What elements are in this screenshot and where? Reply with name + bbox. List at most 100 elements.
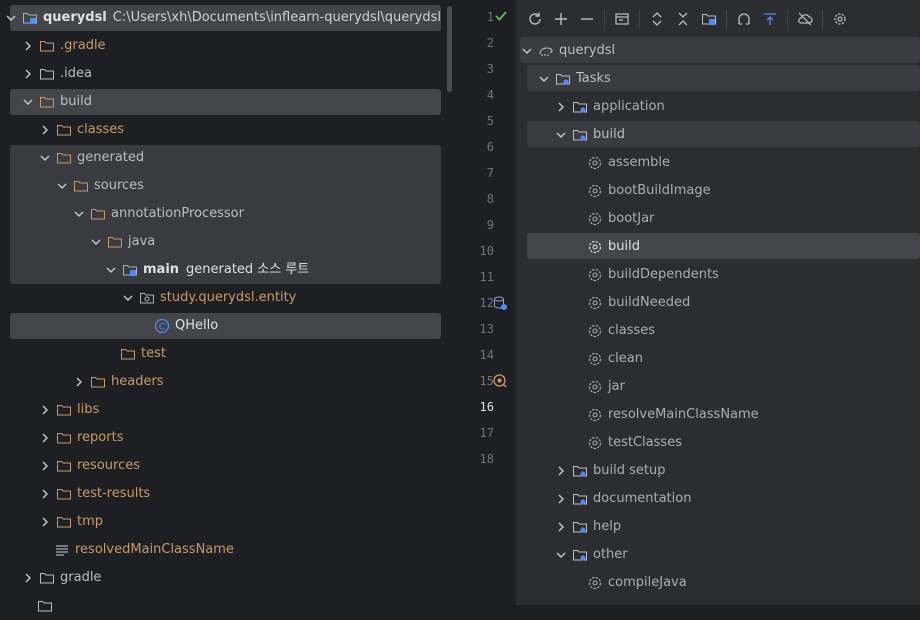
chevron-down-icon[interactable] <box>554 548 568 562</box>
chevron-down-icon[interactable] <box>121 291 135 305</box>
tree-item-partial[interactable] <box>37 592 58 620</box>
tree-item[interactable]: .gradle <box>21 32 106 60</box>
tree-item[interactable]: resources <box>38 452 140 480</box>
tree-item[interactable]: java <box>89 228 155 256</box>
tree-item[interactable]: sources <box>55 172 144 200</box>
gradle-task-group[interactable]: build <box>554 121 625 149</box>
gradle-project[interactable]: querydsl <box>520 37 615 65</box>
dependencies-icon[interactable] <box>696 6 722 32</box>
link-icon[interactable] <box>731 6 757 32</box>
gradle-task[interactable]: assemble <box>587 149 670 177</box>
chevron-down-icon[interactable] <box>55 179 69 193</box>
line-number: 8 <box>486 192 494 206</box>
tree-item[interactable]: classes <box>38 116 124 144</box>
tree-item[interactable]: libs <box>38 396 99 424</box>
tree-item[interactable]: tmp <box>38 508 103 536</box>
database-icon[interactable] <box>492 295 508 311</box>
chevron-right-icon[interactable] <box>38 403 52 417</box>
gradle-task[interactable]: clean <box>587 345 643 373</box>
gradle-task-group[interactable]: build setup <box>554 457 665 485</box>
expand-all-icon[interactable] <box>644 6 670 32</box>
gradle-task[interactable]: resolveMainClassName <box>587 401 759 429</box>
gradle-task-group[interactable]: help <box>554 513 621 541</box>
tree-item-root[interactable]: querydsl C:\Users\xh\Documents\inflearn-… <box>4 4 441 32</box>
tree-item[interactable]: main generated 소스 루트 <box>104 256 309 284</box>
tree-item[interactable]: resolvedMainClassName <box>54 536 234 564</box>
chevron-right-icon[interactable] <box>554 464 568 478</box>
chevron-down-icon[interactable] <box>537 72 551 86</box>
gradle-task-selected[interactable]: build <box>587 233 640 261</box>
tree-item[interactable]: generated <box>38 144 144 172</box>
check-icon[interactable] <box>494 9 508 23</box>
chevron-right-icon[interactable] <box>554 520 568 534</box>
tree-item[interactable]: .idea <box>21 60 92 88</box>
chevron-down-icon[interactable] <box>520 44 534 58</box>
refresh-icon[interactable] <box>522 6 548 32</box>
chevron-right-icon[interactable] <box>38 515 52 529</box>
tree-item[interactable]: study.querydsl.entity <box>121 284 296 312</box>
line-number: 14 <box>479 348 494 362</box>
line-number: 4 <box>486 88 494 102</box>
add-icon[interactable] <box>548 6 574 32</box>
tree-item[interactable]: test-results <box>38 480 150 508</box>
chevron-right-icon[interactable] <box>21 67 35 81</box>
chevron-down-icon[interactable] <box>4 11 18 25</box>
gradle-item-label: other <box>593 547 628 562</box>
chevron-right-icon[interactable] <box>21 39 35 53</box>
tree-item[interactable]: annotationProcessor <box>72 200 244 228</box>
collapse-all-icon[interactable] <box>670 6 696 32</box>
gradle-task[interactable]: buildDependents <box>587 261 719 289</box>
gradle-task[interactable]: classes <box>587 317 655 345</box>
gradle-item-label: testClasses <box>608 435 682 450</box>
gradle-item-label: compileJava <box>608 575 687 590</box>
task-folder-icon <box>572 99 588 115</box>
bean-icon[interactable] <box>492 373 508 389</box>
offline-icon[interactable] <box>792 6 818 32</box>
gradle-task[interactable]: compileJava <box>587 569 687 597</box>
execute-task-icon[interactable] <box>609 6 635 32</box>
editor-gutter: 1 2 3 4 5 6 7 8 9 10 11 12 13 14 15 16 1… <box>454 0 516 605</box>
task-folder-icon <box>572 463 588 479</box>
chevron-right-icon[interactable] <box>38 487 52 501</box>
gradle-task[interactable]: bootBuildImage <box>587 177 711 205</box>
chevron-right-icon[interactable] <box>38 431 52 445</box>
chevron-down-icon[interactable] <box>38 151 52 165</box>
chevron-down-icon[interactable] <box>89 235 103 249</box>
chevron-right-icon[interactable] <box>38 459 52 473</box>
tree-item[interactable]: reports <box>38 424 123 452</box>
collapse-icon[interactable] <box>574 6 600 32</box>
chevron-right-icon[interactable] <box>72 375 86 389</box>
tree-item-label: querydsl <box>43 10 107 25</box>
gradle-task[interactable]: buildNeeded <box>587 289 690 317</box>
project-scrollbar[interactable] <box>446 0 454 605</box>
tree-item[interactable]: test <box>120 340 166 368</box>
gradle-task[interactable]: bootJar <box>587 205 654 233</box>
gradle-tasks[interactable]: Tasks <box>537 65 611 93</box>
folder-excluded-icon <box>56 514 72 530</box>
scrollbar-thumb[interactable] <box>447 6 452 92</box>
chevron-down-icon[interactable] <box>104 263 118 277</box>
chevron-right-icon[interactable] <box>38 123 52 137</box>
gradle-task-group[interactable]: documentation <box>554 485 691 513</box>
gradle-task-group[interactable]: other <box>554 541 628 569</box>
gradle-task[interactable]: testClasses <box>587 429 682 457</box>
toolbar-separator <box>787 10 788 28</box>
chevron-right-icon[interactable] <box>21 571 35 585</box>
gradle-item-label: bootJar <box>608 211 655 226</box>
tree-item[interactable]: C QHello <box>154 312 218 340</box>
chevron-right-icon[interactable] <box>554 100 568 114</box>
tree-item[interactable]: build <box>21 88 92 116</box>
tree-item[interactable]: headers <box>72 368 164 396</box>
show-ignored-icon[interactable] <box>757 6 783 32</box>
chevron-down-icon[interactable] <box>72 207 86 221</box>
gradle-item-label: build <box>608 239 640 254</box>
chevron-right-icon[interactable] <box>554 492 568 506</box>
gear-icon <box>587 323 603 339</box>
chevron-down-icon[interactable] <box>21 95 35 109</box>
tree-item-label: resources <box>77 458 141 473</box>
gradle-task-group[interactable]: application <box>554 93 665 121</box>
settings-icon[interactable] <box>827 6 853 32</box>
chevron-down-icon[interactable] <box>554 128 568 142</box>
tree-item[interactable]: gradle <box>21 564 101 592</box>
gradle-task[interactable]: jar <box>587 373 625 401</box>
